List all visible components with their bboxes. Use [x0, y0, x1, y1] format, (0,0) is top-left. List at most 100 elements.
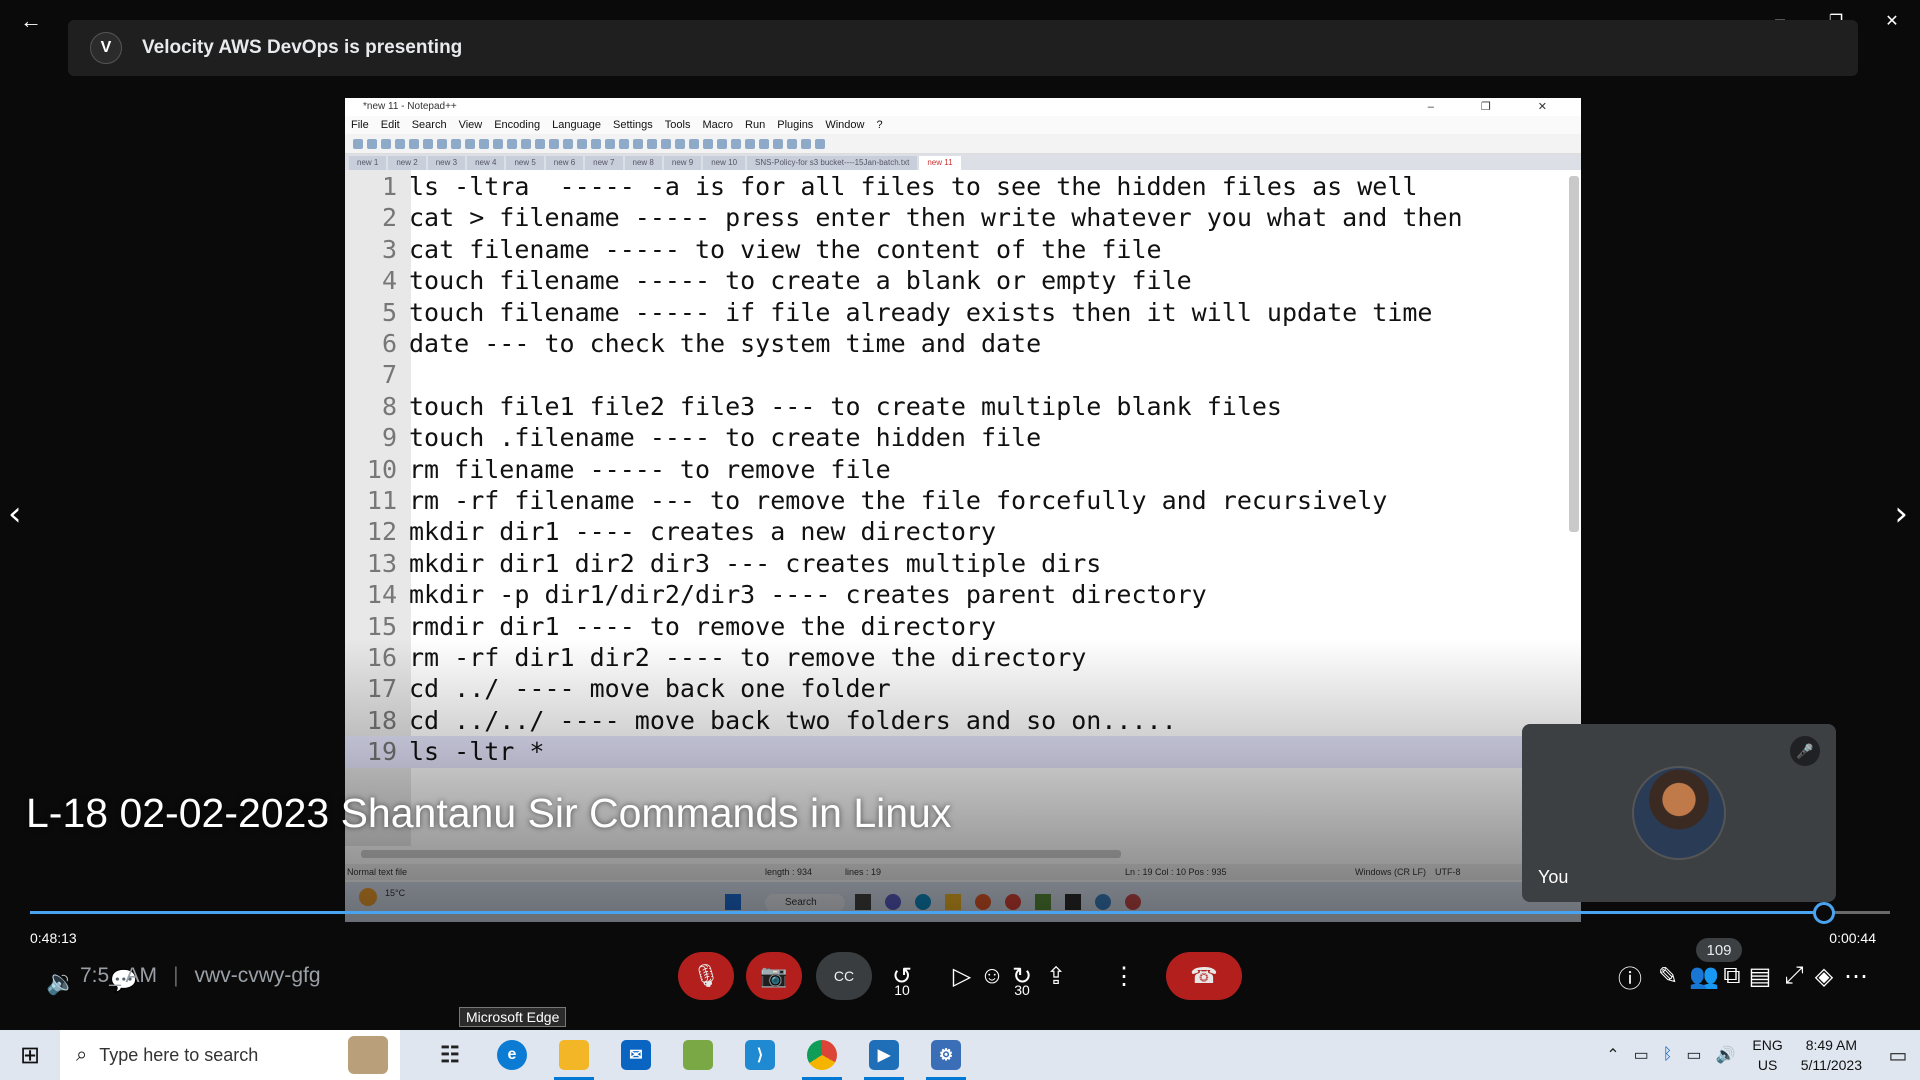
menu-item-[interactable]: ?: [876, 116, 882, 134]
toolbar-button-icon[interactable]: [437, 138, 447, 149]
editor-line[interactable]: 12 mkdir dir1 ---- creates a new director…: [345, 516, 1563, 547]
leave-call-button[interactable]: ☎: [1166, 952, 1242, 1000]
notepad-tab[interactable]: new 2: [388, 156, 426, 170]
toolbar-button-icon[interactable]: [773, 138, 783, 149]
notepad-tab[interactable]: new 8: [624, 156, 662, 170]
battery-icon[interactable]: ▭: [1686, 1045, 1701, 1065]
toolbar-button-icon[interactable]: [815, 138, 825, 149]
notepad-tab[interactable]: new 9: [663, 156, 702, 170]
toolbar-button-icon[interactable]: [535, 138, 545, 149]
toolbar-button-icon[interactable]: [395, 138, 405, 149]
editor-line[interactable]: 15 rmdir dir1 ---- to remove the director…: [345, 611, 1563, 642]
editor-line[interactable]: 16 rm -rf dir1 dir2 ---- to remove the di…: [345, 642, 1563, 673]
menu-item-run[interactable]: Run: [745, 116, 765, 134]
menu-item-file[interactable]: File: [351, 116, 369, 134]
language-indicator[interactable]: ENG US: [1752, 1035, 1782, 1075]
next-arrow-icon[interactable]: ›: [1894, 494, 1908, 534]
editor-line[interactable]: 8 touch file1 file2 file3 --- to create m…: [345, 391, 1563, 422]
toolbar-button-icon[interactable]: [493, 138, 503, 149]
toolbar-button-icon[interactable]: [549, 138, 559, 149]
taskbar-mail[interactable]: ✉: [606, 1030, 666, 1080]
taskbar-search[interactable]: ⌕ Type here to search: [60, 1030, 400, 1080]
clock[interactable]: 8:49 AM 5/11/2023: [1801, 1035, 1862, 1075]
notepad-tab[interactable]: new 7: [585, 156, 623, 170]
chat-button[interactable]: ▤: [1742, 958, 1778, 994]
notepad-tab[interactable]: new 6: [545, 156, 584, 170]
camera-toggle-button[interactable]: 📷: [746, 952, 802, 1000]
editor-line[interactable]: 2 cat > filename ----- press enter then w…: [345, 202, 1563, 233]
editor-line[interactable]: 11 rm -rf filename --- to remove the file…: [345, 485, 1563, 516]
menu-item-view[interactable]: View: [459, 116, 483, 134]
toolbar-button-icon[interactable]: [577, 138, 587, 149]
annotate-button[interactable]: ✎: [1650, 958, 1686, 994]
menu-item-plugins[interactable]: Plugins: [777, 116, 813, 134]
bluetooth-icon[interactable]: ᛒ: [1663, 1046, 1673, 1064]
notepad-tab[interactable]: new 4: [467, 156, 505, 170]
editor-line[interactable]: 1 ls -ltra ----- -a is for all files to s…: [345, 171, 1563, 202]
toolbar-button-icon[interactable]: [479, 138, 489, 149]
editor-line[interactable]: 10 rm filename ----- to remove file: [345, 454, 1563, 485]
toolbar-button-icon[interactable]: [563, 138, 573, 149]
taskbar-chrome[interactable]: [792, 1030, 852, 1080]
toolbar-button-icon[interactable]: [451, 138, 461, 149]
back-arrow-icon[interactable]: ←: [14, 6, 48, 36]
editor-line[interactable]: 3 cat filename ----- to view the content …: [345, 234, 1563, 265]
editor-line[interactable]: 18 cd ../../ ---- move back two folders a…: [345, 705, 1563, 736]
toolbar-button-icon[interactable]: [409, 138, 419, 149]
speaker-icon[interactable]: 🔊: [1715, 1045, 1735, 1065]
editor-line[interactable]: 4 touch filename ----- to create a blank …: [345, 265, 1563, 296]
toolbar-button-icon[interactable]: [703, 138, 713, 149]
taskbar-file-explorer[interactable]: [544, 1030, 604, 1080]
toolbar-button-icon[interactable]: [717, 138, 727, 149]
editor-line[interactable]: 19 ls -ltr *: [345, 736, 1563, 768]
notepad-tab[interactable]: new 5: [506, 156, 544, 170]
toolbar-button-icon[interactable]: [675, 138, 685, 149]
volume-icon[interactable]: 🔉: [46, 968, 76, 997]
prev-arrow-icon[interactable]: ‹: [8, 494, 22, 534]
toolbar-button-icon[interactable]: [647, 138, 657, 149]
overflow-menu-button[interactable]: ⋯: [1838, 958, 1874, 994]
self-video-tile[interactable]: 🎤 You: [1522, 724, 1836, 902]
start-button[interactable]: ⊞: [0, 1030, 60, 1080]
menu-item-settings[interactable]: Settings: [613, 116, 653, 134]
activities-button[interactable]: ◈: [1806, 958, 1842, 994]
toolbar-button-icon[interactable]: [507, 138, 517, 149]
toolbar-button-icon[interactable]: [605, 138, 615, 149]
toolbar-button-icon[interactable]: [367, 138, 377, 149]
toolbar-button-icon[interactable]: [423, 138, 433, 149]
toolbar-button-icon[interactable]: [619, 138, 629, 149]
menu-item-encoding[interactable]: Encoding: [494, 116, 540, 134]
notepad-tab[interactable]: new 3: [427, 156, 466, 170]
rewind-10-button[interactable]: ↺ 10: [884, 958, 920, 999]
forward-30-button[interactable]: ↻ 30: [1004, 958, 1040, 999]
toolbar-button-icon[interactable]: [689, 138, 699, 149]
menu-item-window[interactable]: Window: [825, 116, 864, 134]
notepad-tab[interactable]: new 10: [703, 156, 746, 170]
toolbar-button-icon[interactable]: [465, 138, 475, 149]
toolbar-button-icon[interactable]: [381, 138, 391, 149]
menu-item-edit[interactable]: Edit: [381, 116, 400, 134]
toolbar-button-icon[interactable]: [731, 138, 741, 149]
toolbar-button-icon[interactable]: [745, 138, 755, 149]
toolbar-button-icon[interactable]: [633, 138, 643, 149]
menu-item-tools[interactable]: Tools: [665, 116, 691, 134]
toolbar-button-icon[interactable]: [521, 138, 531, 149]
notepad-tab[interactable]: new 11: [919, 156, 961, 170]
more-options-button[interactable]: ⋮: [1106, 958, 1142, 994]
notepad-tab[interactable]: SNS-Policy-for s3 bucket----15Jan-batch.…: [747, 156, 918, 170]
network-icon[interactable]: ▭: [1634, 1045, 1649, 1065]
mic-toggle-button[interactable]: 🎙: [678, 952, 734, 1000]
toolbar-button-icon[interactable]: [591, 138, 601, 149]
notepad-tab[interactable]: new 1: [349, 156, 387, 170]
editor-line[interactable]: 13 mkdir dir1 dir2 dir3 --- creates multi…: [345, 548, 1563, 579]
captions-button[interactable]: CC: [816, 952, 872, 1000]
notification-icon[interactable]: ▭: [1876, 1030, 1920, 1080]
menu-item-macro[interactable]: Macro: [702, 116, 733, 134]
toolbar-button-icon[interactable]: [353, 138, 363, 149]
info-button[interactable]: ⓘ: [1612, 958, 1648, 994]
present-button[interactable]: ⇪: [1038, 958, 1074, 994]
close-icon[interactable]: ✕: [1864, 0, 1920, 40]
taskbar-edge[interactable]: e: [482, 1030, 542, 1080]
taskview-button[interactable]: ☷: [420, 1030, 480, 1080]
editor-line[interactable]: 17 cd ../ ---- move back one folder: [345, 673, 1563, 704]
